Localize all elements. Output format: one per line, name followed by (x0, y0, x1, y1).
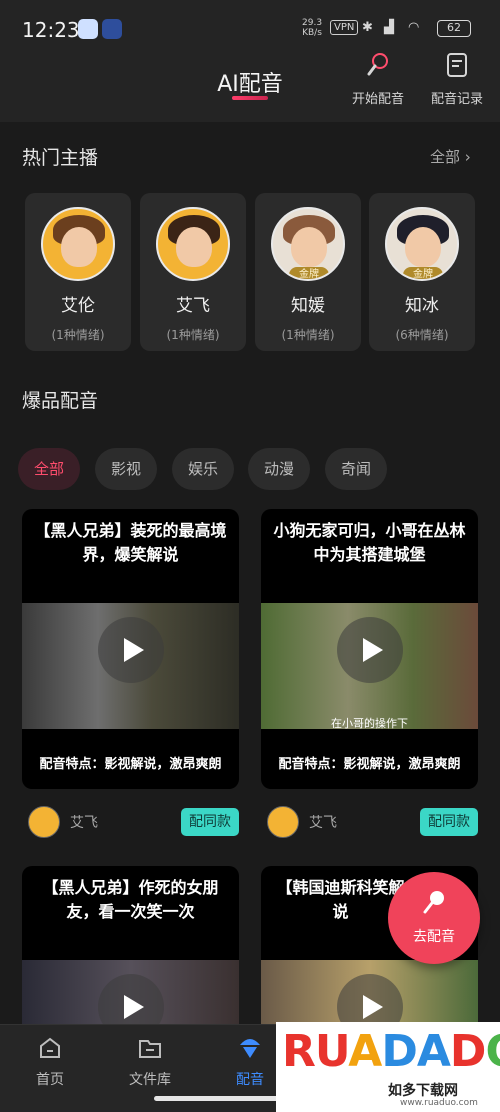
anchor-card[interactable]: 艾飞 (1种情绪) (140, 193, 246, 351)
chip-film[interactable]: 影视 (95, 448, 157, 490)
net-speed: 29.3 KB/s (302, 18, 323, 38)
title-underline (232, 96, 268, 100)
record-list-icon (447, 53, 467, 77)
signal-icon: ▟ (384, 20, 394, 35)
status-time: 12:23 (22, 18, 80, 42)
author-name: 艾飞 (70, 815, 98, 831)
watermark-text: RUADADO (282, 1026, 500, 1077)
nav-home[interactable]: 首页 (10, 1035, 90, 1089)
avatar (267, 806, 299, 838)
avatar: 金牌 (271, 207, 345, 281)
card-title: 小狗无家可归，小哥在丛林中为其搭建城堡 (273, 521, 466, 564)
battery-icon: 62 (437, 20, 471, 37)
anchor-emotion-count: (6种情绪) (395, 328, 449, 342)
nav-library[interactable]: 文件库 (110, 1035, 190, 1089)
card-author: 艾飞 (267, 806, 417, 838)
video-card[interactable]: 【黑人兄弟】作死的女朋友，看一次笑一次 (22, 866, 239, 1036)
anchor-name: 知冰 (405, 296, 439, 316)
view-all-link[interactable]: 全部 › (430, 146, 471, 167)
go-dub-button[interactable]: 去配音 (388, 872, 480, 964)
anchor-name: 艾飞 (176, 296, 210, 316)
gold-badge: 金牌 (403, 267, 443, 279)
video-card[interactable]: 小狗无家可归，小哥在丛林中为其搭建城堡 在小哥的操作下 配音特点：影视解说，激昂… (261, 509, 478, 789)
play-icon[interactable] (337, 617, 403, 683)
nav-home-label: 首页 (36, 1072, 64, 1088)
start-dubbing-button[interactable]: 开始配音 (342, 48, 414, 107)
author-name: 艾飞 (309, 815, 337, 831)
app-notification-icon (78, 19, 98, 39)
avatar (41, 207, 115, 281)
nav-library-label: 文件库 (129, 1072, 171, 1088)
card-feature: 配音特点：影视解说，激昂爽朗 (39, 757, 222, 772)
vpn-icon: VPN (330, 20, 359, 35)
anchor-card[interactable]: 金牌 知冰 (6种情绪) (369, 193, 475, 351)
video-card[interactable]: 【黑人兄弟】装死的最高境界，爆笑解说 配音特点：影视解说，激昂爽朗 (22, 509, 239, 789)
chip-all[interactable]: 全部 (18, 448, 80, 490)
anchor-emotion-count: (1种情绪) (51, 328, 105, 342)
header-bar: 12:23 29.3 KB/s VPN ✱ ▟ ◠ 62 AI配音 开始配音 配… (0, 0, 500, 122)
anchor-emotion-count: (1种情绪) (281, 328, 335, 342)
start-dubbing-label: 开始配音 (351, 92, 404, 107)
home-icon (40, 1037, 60, 1058)
wifi-icon: ◠ (408, 20, 420, 35)
chip-oddities[interactable]: 奇闻 (325, 448, 387, 490)
video-caption: 在小哥的操作下 (331, 717, 408, 730)
card-title: 【黑人兄弟】装死的最高境界，爆笑解说 (34, 521, 227, 564)
dubbing-record-button[interactable]: 配音记录 (421, 48, 493, 107)
chip-entertainment[interactable]: 娱乐 (172, 448, 234, 490)
anchor-card[interactable]: 金牌 知媛 (1种情绪) (255, 193, 361, 351)
use-same-button[interactable]: 配同款 (420, 808, 478, 836)
anchor-name: 知媛 (291, 296, 325, 316)
avatar (28, 806, 60, 838)
microphone-icon (423, 891, 444, 914)
dubbing-record-label: 配音记录 (430, 92, 483, 107)
microphone-icon (367, 53, 388, 76)
avatar: 金牌 (385, 207, 459, 281)
anchor-emotion-count: (1种情绪) (166, 328, 220, 342)
video-thumbnail (22, 603, 239, 729)
anchor-name: 艾伦 (61, 296, 95, 316)
hot-anchors-title: 热门主播 (22, 147, 99, 169)
card-feature: 配音特点：影视解说，激昂爽朗 (278, 757, 461, 772)
app-notification-icon (102, 19, 122, 39)
dub-icon (240, 1039, 260, 1058)
use-same-button[interactable]: 配同款 (181, 808, 239, 836)
card-title: 【黑人兄弟】作死的女朋友，看一次笑一次 (42, 878, 219, 921)
bluetooth-icon: ✱ (362, 20, 373, 35)
go-dub-label: 去配音 (413, 929, 455, 945)
folder-icon (139, 1040, 161, 1058)
watermark-url: www.ruaduo.com (400, 1098, 478, 1108)
watermark-subtitle: 如多下载网 (388, 1083, 458, 1099)
chip-anime[interactable]: 动漫 (248, 448, 310, 490)
video-thumbnail (261, 603, 478, 729)
burst-section-title: 爆品配音 (22, 390, 99, 412)
anchor-card[interactable]: 艾伦 (1种情绪) (25, 193, 131, 351)
avatar (156, 207, 230, 281)
play-icon[interactable] (98, 617, 164, 683)
gold-badge: 金牌 (289, 267, 329, 279)
watermark-logo: RUADADO 如多下载网 www.ruaduo.com (276, 1022, 500, 1112)
